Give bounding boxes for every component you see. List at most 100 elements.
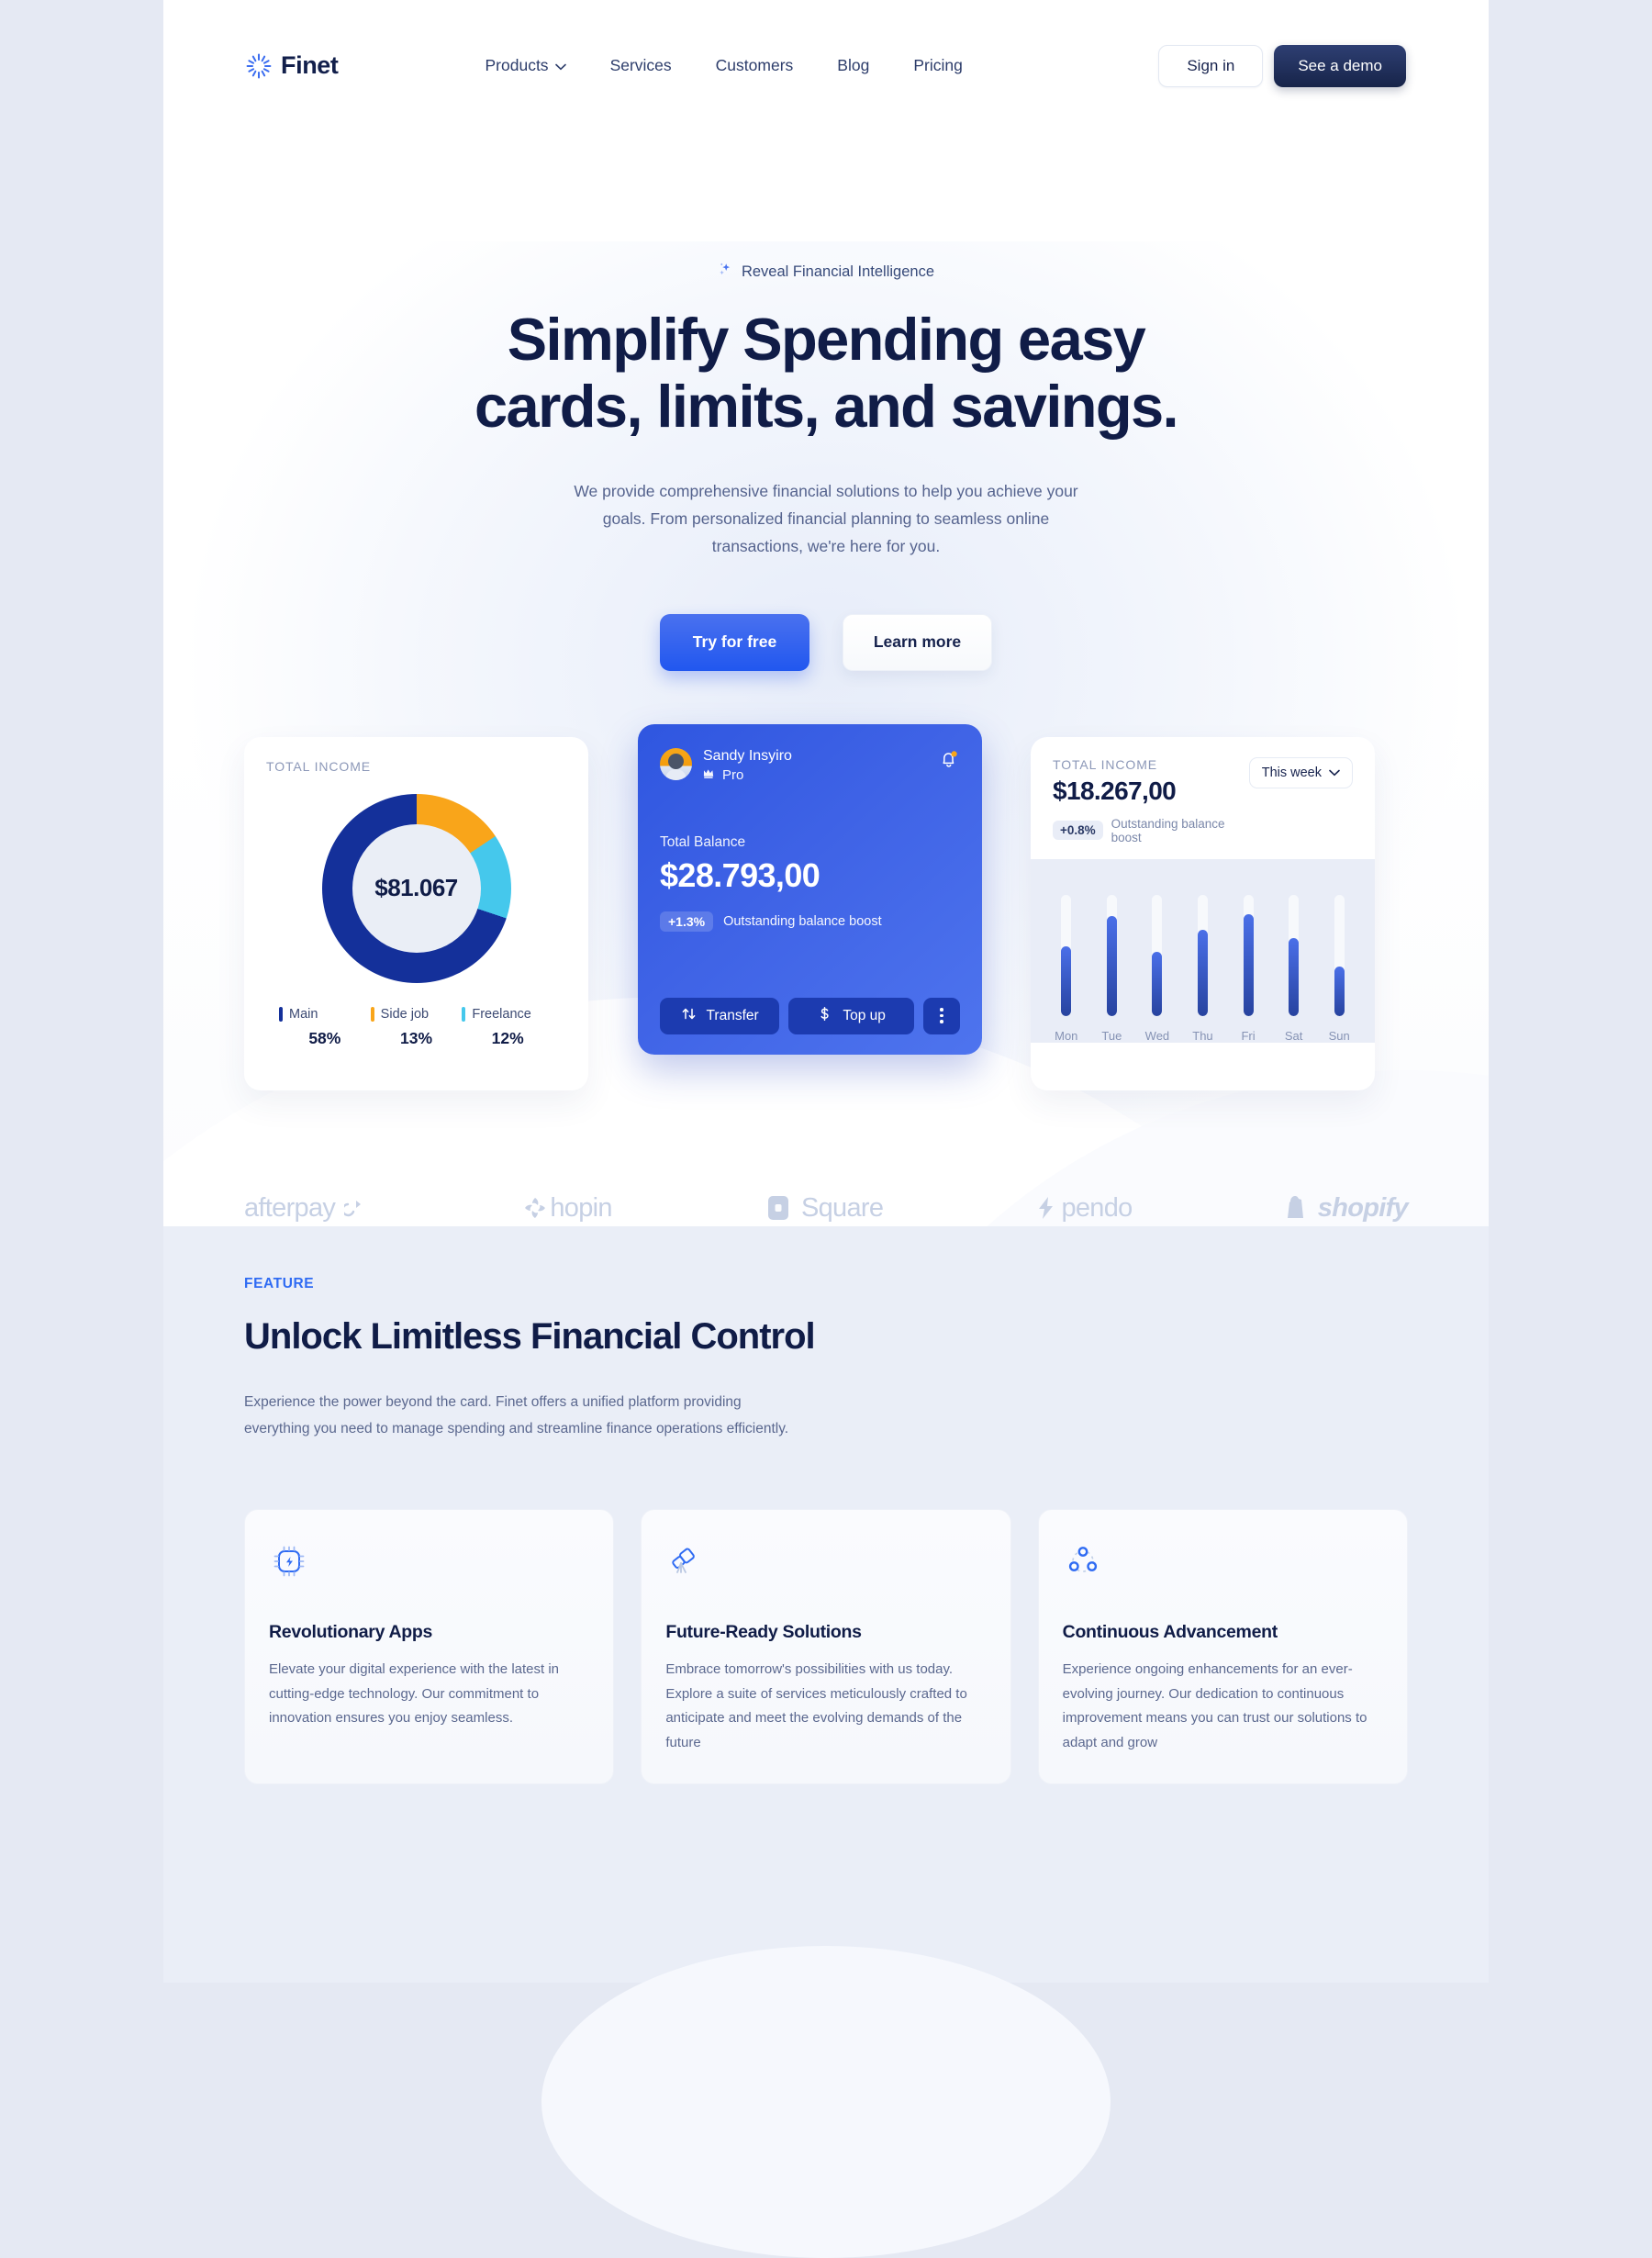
nav-item-pricing[interactable]: Pricing: [913, 56, 963, 75]
weekly-bar-chart: Mon Tue Wed Thu Fri Sat Sun: [1031, 858, 1375, 1043]
logo-shopify: shopify: [1285, 1192, 1409, 1224]
legend-percent: 13%: [399, 1028, 433, 1047]
feature-card-future-ready-solutions: Future-Ready Solutions Embrace tomorrow'…: [641, 1508, 1011, 1784]
bar-column: Mon: [1048, 894, 1085, 1043]
bars-card-header: TOTAL INCOME $18.267,00 +0.8% Outstandin…: [1031, 737, 1375, 844]
hopin-wordmark: hopin: [550, 1192, 612, 1223]
learn-more-button[interactable]: Learn more: [843, 613, 992, 671]
legend-color-swatch: [370, 1006, 374, 1022]
afterpay-wordmark: afterpay: [244, 1192, 336, 1223]
hopin-mark-icon: [525, 1198, 546, 1219]
top-up-button[interactable]: Top up: [788, 997, 914, 1034]
crown-icon: [703, 767, 717, 783]
hero-subtitle: We provide comprehensive financial solut…: [574, 481, 1078, 556]
balance-label: Total Balance: [660, 833, 746, 850]
more-options-button[interactable]: [923, 997, 960, 1034]
bar-day-label: Sat: [1284, 1028, 1303, 1043]
bar-fill: [1152, 951, 1163, 1016]
chevron-down-icon: [1329, 766, 1340, 780]
more-vertical-icon: [940, 1008, 943, 1023]
donut-center-value: $81.067: [374, 874, 458, 902]
logo-square: Square: [765, 1192, 884, 1224]
bars-boost-text: Outstanding balance boost: [1111, 816, 1225, 844]
shopify-bag-icon: [1287, 1196, 1303, 1219]
bar-track: [1334, 894, 1345, 1016]
feature-cards: Revolutionary Apps Elevate your digital …: [244, 1508, 1408, 1784]
feature-eyebrow: FEATURE: [244, 1276, 315, 1291]
square-mark-icon: [767, 1196, 788, 1221]
bar-fill: [1106, 916, 1117, 1016]
bar-column: Sat: [1276, 894, 1312, 1043]
pendo-mark-icon: [1039, 1197, 1054, 1220]
donut-legend: Main 58% Side job 13% Freelance 12%: [244, 1006, 588, 1048]
hero-title-line-2: cards, limits, and savings.: [474, 373, 1179, 441]
navbar: Finet Products Services Customers Blog P…: [163, 0, 1489, 131]
feature-card-title: Revolutionary Apps: [269, 1621, 433, 1642]
try-for-free-button[interactable]: Try for free: [660, 613, 809, 671]
donut-card-label: TOTAL INCOME: [266, 758, 371, 774]
nav-label: Pricing: [913, 56, 963, 74]
feature-card-title: Continuous Advancement: [1062, 1621, 1278, 1642]
week-range-label: This week: [1261, 765, 1322, 780]
plan-label: Pro: [722, 766, 744, 783]
bar-day-label: Thu: [1192, 1028, 1213, 1043]
sign-in-button[interactable]: Sign in: [1158, 44, 1264, 87]
nav-item-services[interactable]: Services: [610, 56, 672, 75]
bar-track: [1152, 894, 1163, 1016]
telescope-icon: [665, 1541, 706, 1582]
see-a-demo-button[interactable]: See a demo: [1274, 44, 1406, 87]
bar-column: Wed: [1139, 894, 1176, 1043]
balance-card-header: Sandy Insyiro Pro: [660, 747, 960, 783]
bar-day-label: Tue: [1101, 1028, 1122, 1043]
legend-color-swatch: [462, 1006, 466, 1022]
legend-item-freelance: Freelance 12%: [462, 1006, 553, 1048]
dashboard-cards: TOTAL INCOME $81.067 Main 58% Side job 1…: [163, 723, 1489, 1090]
nav-item-blog[interactable]: Blog: [837, 56, 869, 75]
bottom-decorative-arc: [541, 1946, 1111, 2258]
feature-card-title: Future-Ready Solutions: [665, 1621, 862, 1642]
logo-hopin: hopin: [522, 1192, 613, 1224]
brand-name: Finet: [281, 51, 339, 79]
feature-description: Experience the power beyond the card. Fi…: [244, 1394, 789, 1437]
square-wordmark: Square: [800, 1192, 884, 1223]
bar-column: Sun: [1321, 894, 1357, 1043]
total-balance-card: Sandy Insyiro Pro Total Balance $28.793,…: [638, 723, 982, 1055]
chevron-down-icon: [554, 56, 566, 75]
nav-item-customers[interactable]: Customers: [716, 56, 794, 75]
notification-bell-icon[interactable]: [938, 748, 960, 770]
nav-label: Customers: [715, 56, 794, 74]
chip-bolt-icon: [269, 1541, 309, 1582]
feature-title: Unlock Limitless Financial Control: [244, 1316, 816, 1357]
legend-item-main: Main 58%: [279, 1006, 371, 1048]
donut-center: $81.067: [352, 823, 481, 953]
transfer-button[interactable]: Transfer: [660, 997, 780, 1034]
balance-boost-chip: +1.3%: [660, 911, 714, 932]
network-nodes-icon: [1063, 1541, 1103, 1582]
balance-boost-row: +1.3% Outstanding balance boost: [660, 911, 960, 932]
plan-badge: Pro: [703, 767, 792, 783]
bar-track: [1289, 894, 1300, 1016]
legend-percent: 58%: [308, 1028, 341, 1047]
bar-fill: [1061, 946, 1072, 1016]
nav-links: Products Services Customers Blog Pricing: [486, 56, 963, 75]
logo-pendo: pendo: [1035, 1193, 1133, 1224]
total-income-donut-card: TOTAL INCOME $81.067 Main 58% Side job 1…: [244, 736, 588, 1090]
bar-track: [1243, 894, 1254, 1016]
shopify-wordmark: shopify: [1317, 1192, 1409, 1223]
balance-boost-text: Outstanding balance boost: [723, 913, 882, 929]
sparkle-icon: [718, 262, 733, 282]
hero-eyebrow-label: Reveal Financial Intelligence: [741, 263, 935, 280]
bar-track: [1061, 894, 1072, 1016]
brand-logo[interactable]: Finet: [246, 51, 339, 80]
balance-actions: Transfer Top up: [660, 997, 960, 1034]
nav-label: Services: [609, 56, 672, 74]
weekly-income-card: TOTAL INCOME $18.267,00 +0.8% Outstandin…: [1031, 736, 1375, 1090]
bar-fill: [1197, 929, 1208, 1016]
week-range-select[interactable]: This week: [1248, 756, 1353, 788]
legend-label: Side job: [380, 1006, 430, 1022]
nav-item-products[interactable]: Products: [486, 56, 566, 75]
afterpay-arrow-icon: [344, 1201, 362, 1217]
bar-column: Tue: [1093, 894, 1130, 1043]
legend-color-swatch: [279, 1006, 283, 1022]
bars-boost-chip: +0.8%: [1053, 821, 1103, 841]
